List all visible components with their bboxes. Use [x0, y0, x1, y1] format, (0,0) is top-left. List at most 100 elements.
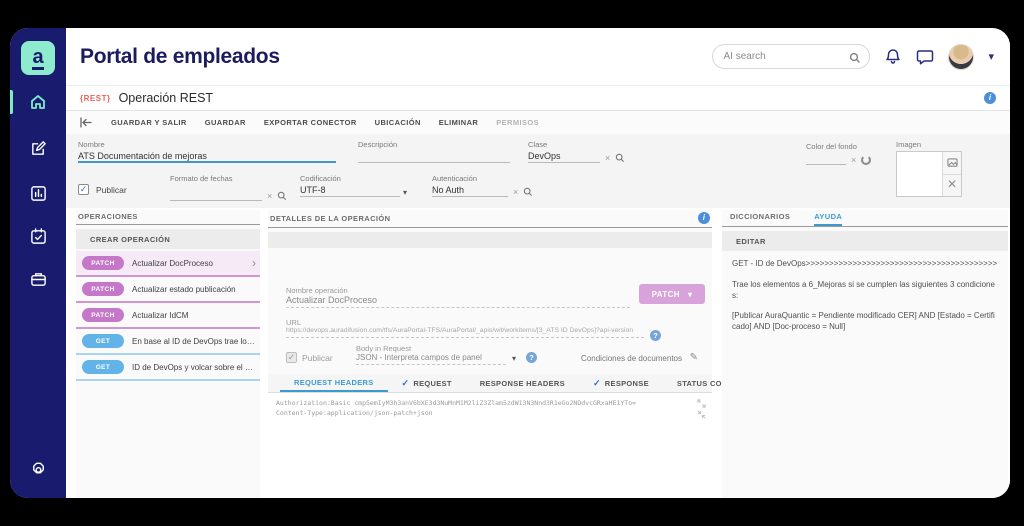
brand-logo-icon[interactable]: a — [21, 41, 55, 75]
check-icon — [593, 378, 601, 389]
editor-expanders — [697, 399, 706, 419]
field-codificacion-select[interactable]: UTF-8 — [300, 185, 400, 197]
operation-details-panel: DETALLES DE LA OPERACIÓN i Nombre operac… — [268, 210, 733, 498]
body-dropdown-icon[interactable]: ▾ — [512, 354, 516, 363]
method-select-button[interactable]: PATCH ▾ — [639, 284, 705, 304]
location-button[interactable]: UBICACIÓN — [375, 118, 421, 127]
info-icon[interactable]: i — [984, 92, 996, 104]
formato-clear-icon[interactable]: × — [265, 191, 274, 201]
content-area: Portal de empleados ▾ — [66, 28, 1010, 498]
collapse-icon[interactable] — [697, 410, 706, 419]
codificacion-dropdown-icon[interactable]: ▾ — [403, 188, 407, 197]
expand-icon[interactable] — [697, 399, 706, 408]
field-nombre: Nombre ATS Documentación de mejoras — [78, 140, 336, 163]
nombre-operacion-input[interactable]: Actualizar DocProceso — [286, 295, 630, 308]
color-clear-icon[interactable]: × — [849, 155, 858, 165]
autenticacion-clear-icon[interactable]: × — [511, 187, 520, 197]
delete-button[interactable]: ELIMINAR — [439, 118, 478, 127]
operations-panel-title: OPERACIONES — [76, 210, 260, 225]
editar-button[interactable]: EDITAR — [722, 231, 1008, 251]
sidebar-item-edit[interactable] — [10, 133, 66, 163]
help-line-conditions: [Publicar AuraQuantic = Pendiente modifi… — [732, 311, 995, 332]
page-title: Portal de empleados — [80, 44, 280, 68]
field-nombre-label: Nombre — [78, 140, 105, 149]
create-operation-button[interactable]: CREAR OPERACIÓN — [76, 229, 260, 249]
formato-search-icon[interactable] — [277, 191, 287, 201]
field-autenticacion-input[interactable]: No Auth — [432, 185, 508, 197]
image-upload-icon[interactable] — [943, 152, 961, 174]
sidebar-item-briefcase[interactable] — [10, 264, 66, 294]
sidebar-item-home[interactable] — [10, 87, 66, 117]
ai-search-input[interactable] — [723, 51, 844, 62]
notifications-button[interactable] — [884, 48, 902, 66]
url-label: URL — [286, 318, 302, 327]
sidebar-item-reports[interactable] — [10, 178, 66, 208]
tab-ayuda[interactable]: AYUDA — [814, 212, 843, 226]
operation-row[interactable]: GET ID de DevOps y volcar sobre el GC Me… — [76, 355, 260, 381]
app-window: a Portal de empleados AI search ▾ {REST}… — [10, 28, 1010, 498]
body-in-request-select[interactable]: JSON - Interpreta campos de panel — [356, 353, 506, 365]
operation-row[interactable]: PATCH Actualizar IdCM — [76, 303, 260, 329]
url-help-icon[interactable]: ? — [650, 330, 661, 341]
operation-row[interactable]: PATCH Actualizar DocProceso › — [76, 251, 260, 277]
autenticacion-search-icon[interactable] — [523, 187, 533, 197]
ai-search[interactable] — [712, 44, 871, 69]
body-help-icon[interactable]: ? — [526, 352, 537, 363]
publicar-detail-checkbox[interactable] — [286, 352, 297, 363]
chat-icon — [917, 49, 934, 65]
field-codificacion: Codificación UTF-8 ▾ — [300, 174, 407, 197]
color-picker-icon[interactable] — [861, 155, 872, 165]
operation-row[interactable]: PATCH Actualizar estado publicación — [76, 277, 260, 303]
details-info-icon[interactable]: i — [698, 212, 710, 224]
field-nombre-input[interactable]: ATS Documentación de mejoras — [78, 151, 336, 163]
messages-button[interactable] — [916, 48, 934, 66]
sidebar: a — [10, 28, 66, 498]
request-headers-editor[interactable]: Authorization:Basic cmp5emIyM3h3anV6bXE3… — [268, 393, 712, 498]
operation-label: Actualizar DocProceso — [132, 258, 213, 268]
field-descripcion: Descripción — [358, 140, 510, 163]
check-icon — [402, 378, 410, 389]
image-remove-icon[interactable]: × — [943, 173, 961, 196]
user-menu-chevron-down-icon[interactable]: ▾ — [988, 50, 994, 63]
help-content: GET - ID de DevOps>>>>>>>>>>>>>>>>>>>>>>… — [722, 251, 1008, 351]
field-formato-fechas-label: Formato de fechas — [170, 174, 233, 183]
sidebar-item-settings[interactable] — [10, 453, 66, 483]
back-icon[interactable] — [80, 117, 93, 128]
field-color-fondo-input[interactable] — [806, 153, 846, 165]
operation-label: En base al ID de DevOps trae los demás .… — [132, 336, 256, 346]
method-badge: GET — [82, 360, 124, 374]
top-header: Portal de empleados ▾ — [66, 28, 1010, 85]
field-formato-fechas-input[interactable] — [170, 189, 262, 201]
tab-request[interactable]: REQUEST — [388, 374, 466, 392]
clase-search-icon[interactable] — [615, 153, 625, 163]
field-color-fondo: Color del fondo × — [806, 142, 872, 165]
object-title-bar: {REST} Operación REST i — [66, 85, 1010, 111]
export-connector-button[interactable]: EXPORTAR CONECTOR — [264, 118, 357, 127]
field-clase-input[interactable]: DevOps — [528, 151, 600, 163]
briefcase-icon — [30, 272, 46, 286]
operation-row[interactable]: GET En base al ID de DevOps trae los dem… — [76, 329, 260, 355]
tab-diccionarios[interactable]: DICCIONARIOS — [730, 212, 790, 223]
field-descripcion-input[interactable] — [358, 151, 510, 163]
save-button[interactable]: GUARDAR — [205, 118, 246, 127]
url-input[interactable]: https://devops.auradifusion.com/tfs/Aura… — [286, 327, 644, 338]
field-nombre-operacion: Nombre operación Actualizar DocProceso — [286, 286, 630, 308]
sidebar-item-calendar[interactable] — [10, 221, 66, 251]
tab-request-headers[interactable]: REQUEST HEADERS — [280, 374, 388, 392]
tab-response-headers[interactable]: RESPONSE HEADERS — [466, 374, 579, 392]
tab-response[interactable]: RESPONSE — [579, 374, 663, 392]
pencil-icon[interactable]: ✎ — [690, 352, 698, 363]
bell-icon — [886, 48, 901, 64]
publicar-checkbox[interactable] — [78, 184, 89, 195]
image-dropzone[interactable]: × — [896, 151, 962, 197]
search-icon[interactable] — [849, 52, 861, 63]
field-clase: Clase DevOps × — [528, 140, 625, 163]
permissions-button[interactable]: PERMISOS — [496, 118, 539, 127]
field-autenticacion-label: Autenticación — [432, 174, 478, 183]
document-conditions-link[interactable]: Condiciones de documentos — [581, 354, 682, 363]
bar-chart-icon — [30, 185, 46, 201]
help-panel: DICCIONARIOS AYUDA EDITAR GET - ID de De… — [722, 210, 1008, 498]
user-avatar[interactable] — [948, 43, 975, 70]
clase-clear-icon[interactable]: × — [603, 153, 612, 163]
save-and-exit-button[interactable]: GUARDAR Y SALIR — [111, 118, 187, 127]
